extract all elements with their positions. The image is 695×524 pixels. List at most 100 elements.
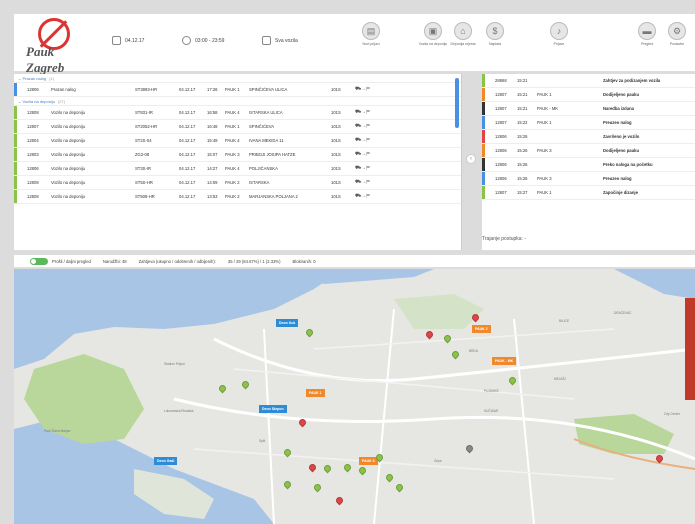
parking-pauk-mk[interactable]: PAUK - MK — [492, 357, 517, 365]
cell-plate: ST2S-04 — [135, 138, 152, 143]
cell-time: 16:58 — [207, 110, 218, 115]
event-row[interactable]: 12807 15:22 PAUK 1 Preuzeo nalog — [482, 116, 695, 130]
cell-plate: ZG2-08 — [135, 152, 150, 157]
tow-action-icon[interactable]: ⛟→⚐ — [355, 179, 381, 186]
event-row[interactable]: 12807 15:21 PAUK - MK Naredba izdana — [482, 102, 695, 116]
table-row[interactable]: 12808 Vozilo na deponiju ST5S-HR 04.12.17 14… — [14, 176, 461, 190]
cell-address: SPINČIĆEVA ULICA — [249, 87, 288, 92]
clock-icon — [182, 36, 191, 45]
tool-prijave[interactable]: ♪ Prijave — [544, 22, 574, 46]
map-view[interactable]: Stadion Poljud Park Šuma Marjan Lukorans… — [14, 269, 695, 524]
label-stadion: Stadion Poljud — [164, 362, 185, 366]
row-status-bar — [14, 120, 17, 133]
tool-postavke[interactable]: ⚙ Postavke — [662, 22, 692, 46]
event-id: 12807 — [495, 106, 507, 111]
event-time: 15:26 — [517, 176, 528, 181]
row-status-bar — [14, 190, 17, 203]
event-row[interactable]: 12807 15:21 PAUK 1 Dodijeljeno pauku — [482, 88, 695, 102]
calendar-icon — [112, 36, 121, 45]
orders-panel: ⌄ Prazan nalog (1) 12806 Prazan nalog ST3893… — [14, 74, 462, 250]
cell-date: 04.12.17 — [179, 194, 196, 199]
time-range-picker[interactable]: 03:00 - 23:59 — [182, 36, 224, 45]
event-time: 15:26 — [517, 148, 528, 153]
tow-action-icon[interactable]: ⛟→⚐ — [355, 123, 381, 130]
vehicle-filter[interactable]: Sva vozila — [262, 36, 298, 45]
parking-pauk-2[interactable]: PAUK 2 — [472, 325, 491, 333]
cell-truck: PAUK 3 — [225, 152, 240, 157]
tool-pregled[interactable]: ▬ Pregled — [632, 22, 662, 46]
cell-truck: PAUK 2 — [225, 180, 240, 185]
cell-plate: ST831-IR — [135, 110, 153, 115]
tow-action-icon[interactable]: ⛟→⚐ — [355, 165, 381, 172]
duration-label: Trajanje postupka: - — [482, 236, 527, 242]
event-truck: PAUK 1 — [537, 190, 552, 195]
event-row[interactable]: 12806 15:26 PAUK 3 Dodijeljeno pauku — [482, 144, 695, 158]
event-row[interactable]: 28868 15:21 Zahtjev za podizanjem vozila — [482, 74, 695, 88]
row-status-bar — [14, 176, 17, 189]
event-time: 15:27 — [517, 190, 528, 195]
event-row[interactable]: 12806 15:26 Preko naloga na početku — [482, 158, 695, 172]
event-status-bar — [482, 116, 485, 129]
event-row[interactable]: 12806 15:26 Završeno je vozilo — [482, 130, 695, 144]
tool-deponija-mjesta[interactable]: ⌂ Deponija mjesta — [448, 22, 478, 46]
status-bar: Prošli / daljni pregled Narudžbi: 48 Zah… — [14, 254, 695, 268]
cell-plate: ST5S-HR — [135, 180, 153, 185]
cell-code: 101S — [331, 194, 341, 199]
event-event: Preuzeo nalog — [603, 120, 632, 125]
tool-naplata[interactable]: $ Naplata — [480, 22, 510, 46]
table-row[interactable]: 12808 Vozilo na deponiju ST508-HR 04.12.17 1… — [14, 190, 461, 204]
table-row[interactable]: 12803 Vozilo na deponiju ZG2-08 04.12.17 15:… — [14, 148, 461, 162]
table-row[interactable]: 12808 Vozilo na deponiju ST831-IR 04.12.17 1… — [14, 106, 461, 120]
tow-action-icon[interactable]: ⛟→⚐ — [355, 137, 381, 144]
table-row[interactable]: 12807 Vozilo na deponiju ST2052-HR 04.12.17… — [14, 120, 461, 134]
table-row[interactable]: 12806 Prazan nalog ST3893-HR 04.12.17 17:26 P… — [14, 83, 461, 97]
table-row[interactable]: 12804 Vozilo na deponiju ST2S-04 04.12.17 15… — [14, 134, 461, 148]
top-toolbar: Pauk Zagreb 04.12.17 03:00 - 23:59 Sva v… — [14, 14, 695, 75]
history-toggle[interactable] — [30, 257, 48, 265]
tow-action-icon[interactable]: ⛟→⚐ — [355, 109, 381, 116]
label-gripe: Gripe — [434, 459, 442, 463]
cell-truck: PAUK 2 — [225, 194, 240, 199]
event-status-bar — [482, 158, 485, 171]
event-id: 12807 — [495, 120, 507, 125]
events-panel: 28868 15:21 Zahtjev za podizanjem vozila 12… — [482, 74, 695, 250]
parking-deon-stepon[interactable]: Deon Stepon — [259, 405, 287, 413]
cell-date: 04.12.17 — [179, 124, 196, 129]
cell-address: MARJANSKA POLJANA 2 — [249, 194, 298, 199]
label-dracevac: DRAČEVAC — [614, 311, 632, 315]
cell-time: 15:07 — [207, 152, 218, 157]
cell-status: Vozilo na deponiju — [51, 166, 85, 171]
label-bilice: BILICE — [559, 319, 570, 323]
event-row[interactable]: 12807 15:27 PAUK 1 Započinje dizanje — [482, 186, 695, 200]
label-mejasi: MEJAŠI — [554, 377, 566, 381]
side-panel-tab[interactable] — [685, 298, 695, 400]
building-icon: ⌂ — [454, 22, 472, 40]
label-split: Split — [259, 439, 266, 443]
group-header[interactable]: ⌄ Prazan nalog (1) — [14, 74, 461, 83]
tool-vehicles-deponija[interactable]: ▣ Vozila na deponiju — [418, 22, 448, 46]
cell-address: IVANA MEKIDA 11 — [249, 138, 284, 143]
tow-truck-icon — [262, 36, 271, 45]
cell-plate: ST3S-IR — [135, 166, 152, 171]
table-row[interactable]: 12806 Vozilo na deponiju ST3S-IR 04.12.17 14… — [14, 162, 461, 176]
event-status-bar — [482, 88, 485, 101]
collapse-panel-button[interactable]: ‹ — [466, 154, 476, 164]
tow-action-icon[interactable]: ⛟→⚐ — [355, 193, 381, 200]
tow-action-icon[interactable]: ⛟→⚐ — [355, 151, 381, 158]
group-header[interactable]: ⌄ Vozila na deponiju (27) — [14, 97, 461, 106]
parking-pauk-1[interactable]: PAUK 1 — [306, 389, 325, 397]
cell-status: Vozilo na deponiju — [51, 110, 85, 115]
event-row[interactable]: 12806 15:26 PAUK 3 Preuzeo nalog — [482, 172, 695, 186]
bell-icon: ♪ — [550, 22, 568, 40]
map-base — [14, 269, 695, 524]
cell-address: ISTARSKA — [249, 180, 270, 185]
parking-deon-kuk[interactable]: Deon Kuk — [276, 319, 299, 327]
row-status-bar — [14, 162, 17, 175]
app-logo[interactable]: Pauk Zagreb — [24, 18, 94, 75]
label-brda: BRDA — [469, 349, 478, 353]
date-picker[interactable]: 04.12.17 — [112, 36, 144, 45]
tow-action-icon[interactable]: ⛟→⚐ — [355, 86, 381, 93]
tool-new-reports[interactable]: ▤ Novi prijavi — [356, 22, 386, 46]
orders-scrollbar[interactable] — [455, 78, 459, 128]
parking-deon-gasl[interactable]: Deon Gašl — [154, 457, 178, 465]
